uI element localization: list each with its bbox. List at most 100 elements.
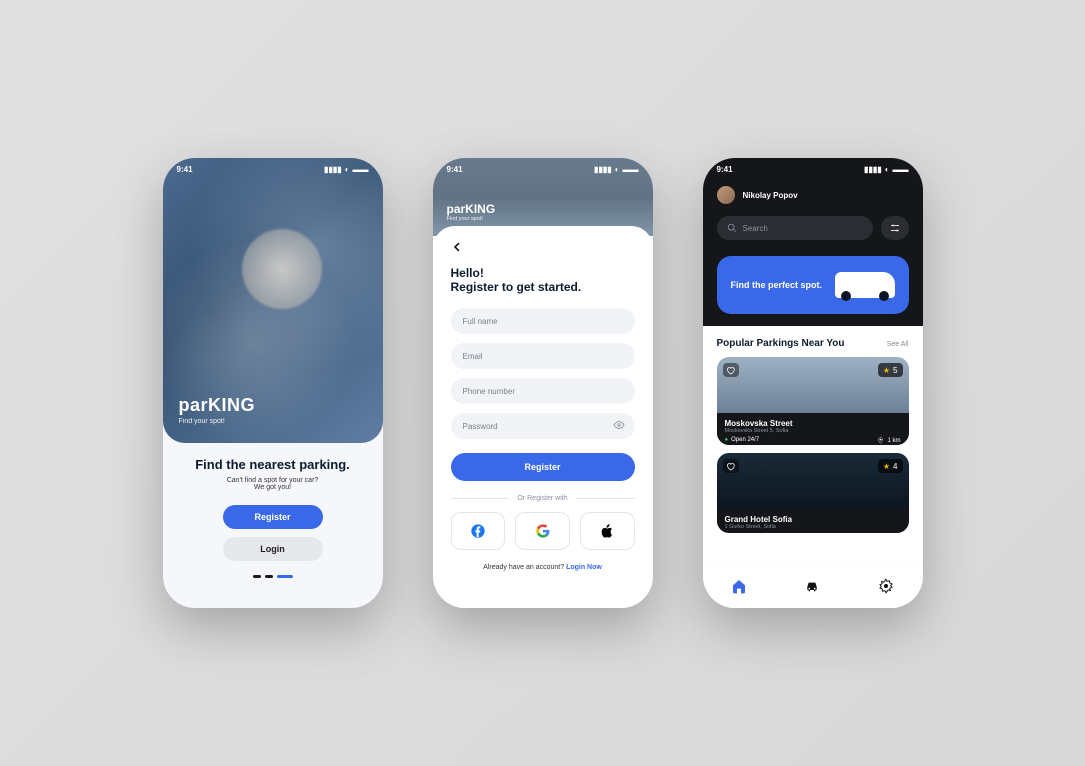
hero-person [242, 229, 322, 309]
status-bar: 9:41 ▮▮▮▮ ◐ ▬▬ [163, 158, 383, 180]
email-field[interactable]: Email [451, 343, 635, 369]
star-icon: ★ [883, 366, 890, 375]
brand-name: parKING [179, 395, 256, 416]
onboarding-sub1: Can't find a spot for your car? [227, 477, 319, 484]
parking-card[interactable]: ★ 4 Grand Hotel Sofia 1 Gurko Street, So… [717, 453, 909, 533]
search-placeholder: Search [743, 224, 768, 233]
search-row: Search [717, 216, 909, 240]
status-icons: ▮▮▮▮ ◐ ▬▬ [864, 165, 908, 174]
wifi-icon: ◐ [345, 165, 350, 174]
home-icon [731, 578, 747, 594]
social-buttons [451, 512, 635, 550]
battery-icon: ▬▬ [623, 165, 639, 174]
home-header: Nikolay Popov Search Find the perfect sp… [703, 158, 923, 326]
pin-icon [877, 437, 884, 444]
user-row[interactable]: Nikolay Popov [717, 186, 909, 204]
nav-car[interactable] [803, 578, 821, 597]
parking-name: Moskovska Street [725, 419, 901, 428]
page-dot-active[interactable] [277, 575, 293, 578]
gear-icon [878, 578, 894, 594]
screen-home: 9:41 ▮▮▮▮ ◐ ▬▬ Nikolay Popov Search Find… [703, 158, 923, 608]
password-placeholder: Password [463, 422, 498, 431]
rating-value: 5 [893, 366, 897, 375]
search-icon [727, 223, 737, 233]
rating-badge: ★ 5 [878, 363, 903, 377]
register-submit-button[interactable]: Register [451, 453, 635, 481]
apple-icon [599, 523, 615, 539]
google-button[interactable] [515, 512, 570, 550]
status-icons: ▮▮▮▮ ◐ ▬▬ [594, 165, 638, 174]
favorite-button[interactable] [723, 459, 739, 473]
onboarding-sub2: We got you! [254, 484, 291, 491]
status-time: 9:41 [717, 165, 733, 174]
phone-placeholder: Phone number [463, 387, 515, 396]
password-field[interactable]: Password [451, 413, 635, 439]
car-icon [835, 272, 895, 298]
email-placeholder: Email [463, 352, 483, 361]
brand-tagline: Find your spot! [447, 216, 496, 222]
brand-name: parKING [447, 202, 496, 216]
screen-onboarding: 9:41 ▮▮▮▮ ◐ ▬▬ parKING Find your spot! F… [163, 158, 383, 608]
nav-home[interactable] [731, 578, 747, 597]
phone-field[interactable]: Phone number [451, 378, 635, 404]
nav-settings[interactable] [878, 578, 894, 597]
login-now-link[interactable]: Login Now [566, 564, 602, 571]
login-button[interactable]: Login [223, 537, 323, 561]
status-time: 9:41 [177, 165, 193, 174]
brand-block: parKING Find your spot! [179, 395, 256, 425]
back-button[interactable] [451, 240, 635, 256]
section-header: Popular Parkings Near You See All [717, 338, 909, 349]
open-status: ●Open 24/7 [725, 437, 760, 444]
facebook-icon [470, 523, 486, 539]
page-dot[interactable] [253, 575, 261, 578]
rating-value: 4 [893, 462, 897, 471]
fullname-placeholder: Full name [463, 317, 498, 326]
login-prompt: Already have an account? Login Now [451, 564, 635, 571]
car-icon [803, 578, 821, 594]
fullname-field[interactable]: Full name [451, 308, 635, 334]
parking-name: Grand Hotel Sofia [725, 515, 901, 524]
battery-icon: ▬▬ [893, 165, 909, 174]
register-button[interactable]: Register [223, 505, 323, 529]
see-all-link[interactable]: See All [887, 341, 909, 348]
status-bar: 9:41 ▮▮▮▮ ◐ ▬▬ [433, 158, 653, 180]
rating-badge: ★ 4 [878, 459, 903, 473]
facebook-button[interactable] [451, 512, 506, 550]
search-input[interactable]: Search [717, 216, 873, 240]
parking-address: Moskovska Street 5, Sofia [725, 428, 901, 434]
wifi-icon: ◐ [615, 165, 620, 174]
parking-image: ★ 5 [717, 357, 909, 413]
promo-card[interactable]: Find the perfect spot. [717, 256, 909, 314]
show-password-icon[interactable] [613, 419, 625, 434]
home-body: Popular Parkings Near You See All ★ 5 Mo… [703, 324, 923, 533]
distance: 1 km [877, 437, 900, 444]
signal-icon: ▮▮▮▮ [324, 165, 342, 174]
or-text: Or Register with [517, 495, 567, 502]
parking-card[interactable]: ★ 5 Moskovska Street Moskovska Street 5,… [717, 357, 909, 445]
parking-address: 1 Gurko Street, Sofia [725, 524, 901, 530]
avatar [717, 186, 735, 204]
page-dot[interactable] [265, 575, 273, 578]
favorite-button[interactable] [723, 363, 739, 377]
register-h2: Register to get started. [451, 280, 635, 294]
sliders-icon [889, 222, 901, 234]
promo-text: Find the perfect spot. [731, 280, 823, 290]
parking-info: Grand Hotel Sofia 1 Gurko Street, Sofia [717, 509, 909, 533]
apple-button[interactable] [580, 512, 635, 550]
register-h1: Hello! [451, 266, 635, 280]
onboarding-content: Find the nearest parking. Can't find a s… [163, 443, 383, 608]
user-name: Nikolay Popov [743, 191, 798, 200]
filter-button[interactable] [881, 216, 909, 240]
chevron-left-icon [451, 241, 463, 253]
brand-block: parKING Find your spot! [447, 202, 496, 222]
section-title: Popular Parkings Near You [717, 338, 845, 349]
battery-icon: ▬▬ [353, 165, 369, 174]
status-bar: 9:41 ▮▮▮▮ ◐ ▬▬ [703, 158, 923, 180]
parking-info: Moskovska Street Moskovska Street 5, Sof… [717, 413, 909, 445]
screen-register: 9:41 ▮▮▮▮ ◐ ▬▬ parKING Find your spot! H… [433, 158, 653, 608]
hero-image: parKING Find your spot! [163, 158, 383, 443]
bottom-nav [703, 566, 923, 608]
onboarding-title: Find the nearest parking. [195, 457, 350, 472]
page-indicator [253, 575, 293, 578]
or-divider: Or Register with [451, 495, 635, 502]
